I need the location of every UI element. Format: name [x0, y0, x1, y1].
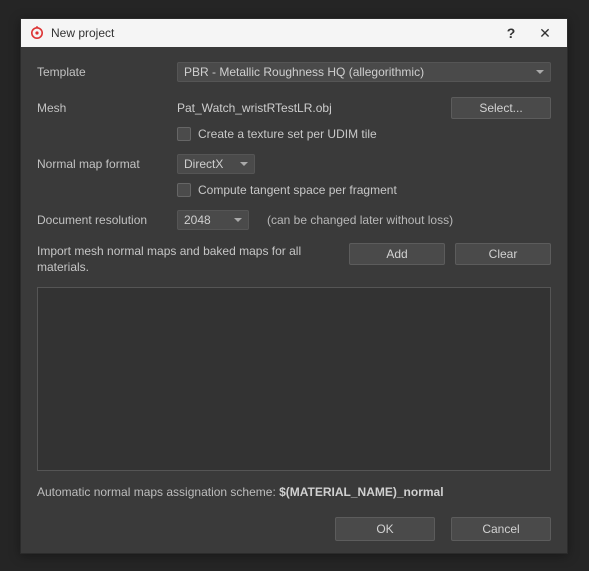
new-project-dialog: New project ? ✕ Template PBR - Metallic … — [20, 18, 568, 554]
chevron-down-icon — [240, 162, 248, 166]
select-mesh-button[interactable]: Select... — [451, 97, 551, 119]
chevron-down-icon — [536, 70, 544, 74]
scheme-value: $(MATERIAL_NAME)_normal — [279, 485, 443, 499]
app-icon — [29, 25, 45, 41]
udim-checkbox[interactable] — [177, 127, 191, 141]
document-resolution-select[interactable]: 2048 — [177, 210, 249, 230]
document-resolution-label: Document resolution — [37, 213, 167, 227]
mesh-label: Mesh — [37, 101, 167, 115]
help-button[interactable]: ? — [497, 22, 525, 44]
mesh-filename: Pat_Watch_wristRTestLR.obj — [177, 101, 441, 115]
normal-map-format-selected: DirectX — [184, 157, 223, 171]
chevron-down-icon — [234, 218, 242, 222]
window-title: New project — [51, 26, 491, 40]
close-button[interactable]: ✕ — [531, 22, 559, 44]
clear-maps-button[interactable]: Clear — [455, 243, 551, 265]
ok-button[interactable]: OK — [335, 517, 435, 541]
add-maps-button[interactable]: Add — [349, 243, 445, 265]
scheme-text: Automatic normal maps assignation scheme… — [37, 485, 551, 499]
dialog-content: Template PBR - Metallic Roughness HQ (al… — [21, 47, 567, 553]
scheme-prefix: Automatic normal maps assignation scheme… — [37, 485, 279, 499]
titlebar: New project ? ✕ — [21, 19, 567, 47]
import-maps-label: Import mesh normal maps and baked maps f… — [37, 243, 339, 275]
template-selected: PBR - Metallic Roughness HQ (allegorithm… — [184, 65, 424, 79]
resolution-hint: (can be changed later without loss) — [267, 213, 453, 227]
cancel-button[interactable]: Cancel — [451, 517, 551, 541]
template-label: Template — [37, 65, 167, 79]
normal-map-format-select[interactable]: DirectX — [177, 154, 255, 174]
udim-checkbox-label: Create a texture set per UDIM tile — [198, 127, 377, 141]
maps-list[interactable] — [37, 287, 551, 471]
template-select[interactable]: PBR - Metallic Roughness HQ (allegorithm… — [177, 62, 551, 82]
normal-map-format-label: Normal map format — [37, 157, 167, 171]
tangent-checkbox[interactable] — [177, 183, 191, 197]
document-resolution-selected: 2048 — [184, 213, 211, 227]
tangent-checkbox-label: Compute tangent space per fragment — [198, 183, 397, 197]
